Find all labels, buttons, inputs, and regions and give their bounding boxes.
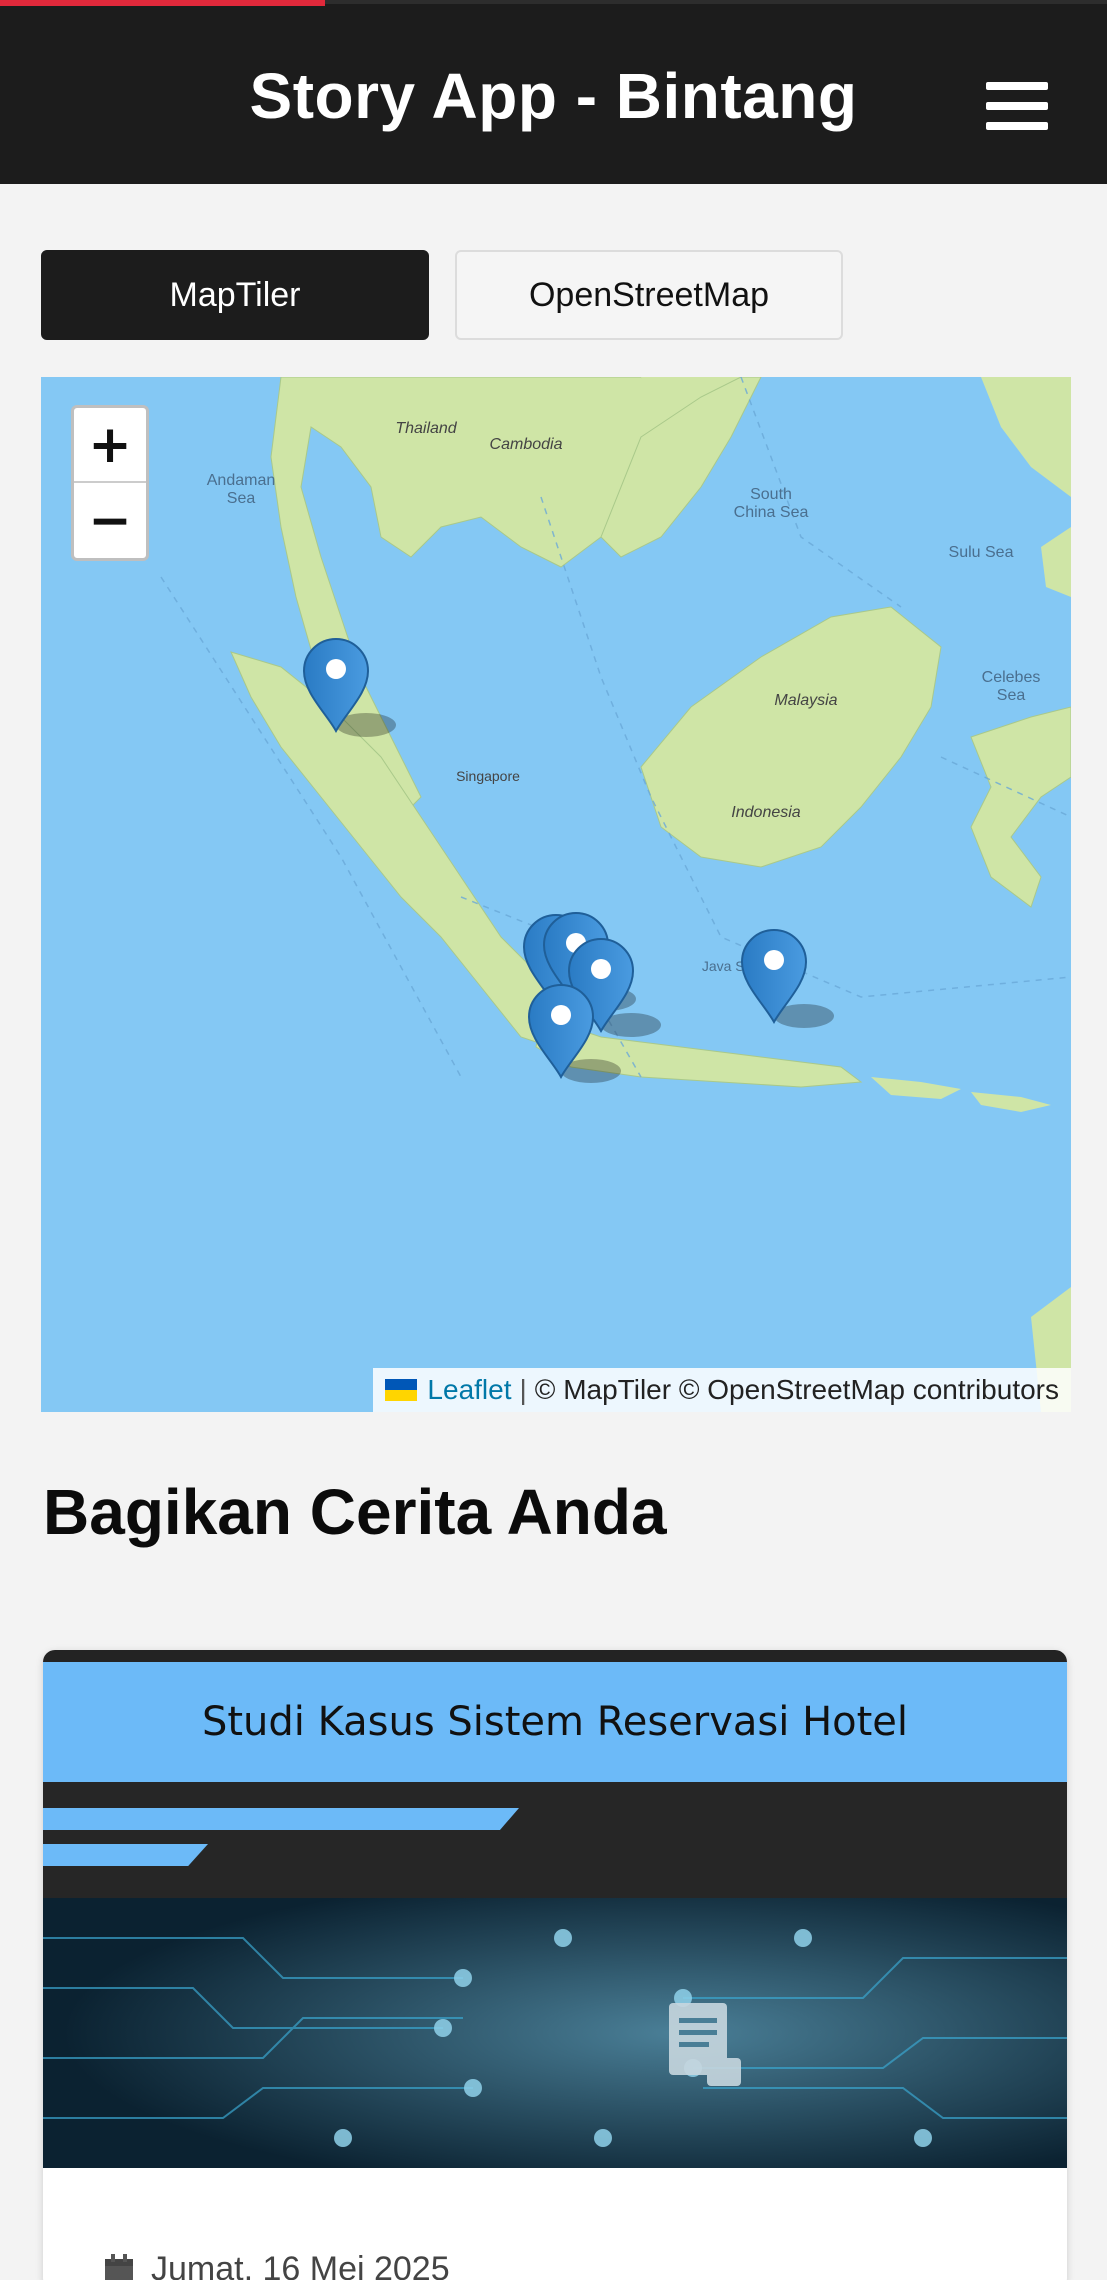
map-label-singapore: Singapore xyxy=(456,768,520,784)
map-label-sulu-sea: Sulu Sea xyxy=(949,544,1014,561)
story-date-text: Jumat, 16 Mei 2025 xyxy=(151,2250,450,2280)
map-attribution: Leaflet | © MapTiler © OpenStreetMap con… xyxy=(373,1368,1071,1412)
attribution-text: © MapTiler © OpenStreetMap contributors xyxy=(534,1374,1059,1405)
attribution-separator: | xyxy=(519,1374,527,1405)
story-card[interactable]: Studi Kasus Sistem Reservasi Hotel Jumat… xyxy=(43,1650,1067,2280)
page-progress-bar xyxy=(0,0,325,6)
story-image xyxy=(43,1898,1067,2168)
map-label-indonesia: Indonesia xyxy=(731,804,800,821)
map-label-south-china-sea-1: South xyxy=(750,486,792,503)
story-title: Studi Kasus Sistem Reservasi Hotel xyxy=(201,1699,909,1745)
story-map[interactable]: Thailand Cambodia Andaman Sea South Chin… xyxy=(41,377,1071,1412)
map-label-celebes-1: Celebes xyxy=(982,669,1041,686)
story-date: Jumat, 16 Mei 2025 xyxy=(103,2250,450,2280)
hamburger-menu-icon[interactable] xyxy=(980,78,1060,140)
app-title: Story App - Bintang xyxy=(249,60,858,132)
zoom-out-button[interactable]: − xyxy=(74,483,146,558)
calendar-icon xyxy=(103,2253,135,2280)
map-tiles: Thailand Cambodia Andaman Sea South Chin… xyxy=(41,377,1071,1412)
section-title: Bagikan Cerita Anda xyxy=(43,1476,667,1548)
app-header: Story App - Bintang xyxy=(0,0,1107,184)
map-label-andaman-1: Andaman xyxy=(207,472,276,489)
map-label-cambodia: Cambodia xyxy=(490,436,563,453)
map-label-malaysia: Malaysia xyxy=(774,692,837,709)
story-card-band xyxy=(43,1782,1067,1898)
map-label-andaman-2: Sea xyxy=(227,490,256,507)
maptiler-layer-button[interactable]: MapTiler xyxy=(41,250,429,340)
map-label-south-china-sea-2: China Sea xyxy=(734,504,809,521)
zoom-in-button[interactable]: + xyxy=(74,408,146,483)
leaflet-link[interactable]: Leaflet xyxy=(427,1374,511,1406)
zoom-control: + − xyxy=(71,405,149,561)
openstreetmap-layer-button[interactable]: OpenStreetMap xyxy=(455,250,843,340)
map-label-celebes-2: Sea xyxy=(997,687,1026,704)
map-label-thailand: Thailand xyxy=(395,420,457,437)
story-card-banner: Studi Kasus Sistem Reservasi Hotel xyxy=(43,1662,1067,1782)
ukraine-flag-icon xyxy=(385,1379,418,1401)
